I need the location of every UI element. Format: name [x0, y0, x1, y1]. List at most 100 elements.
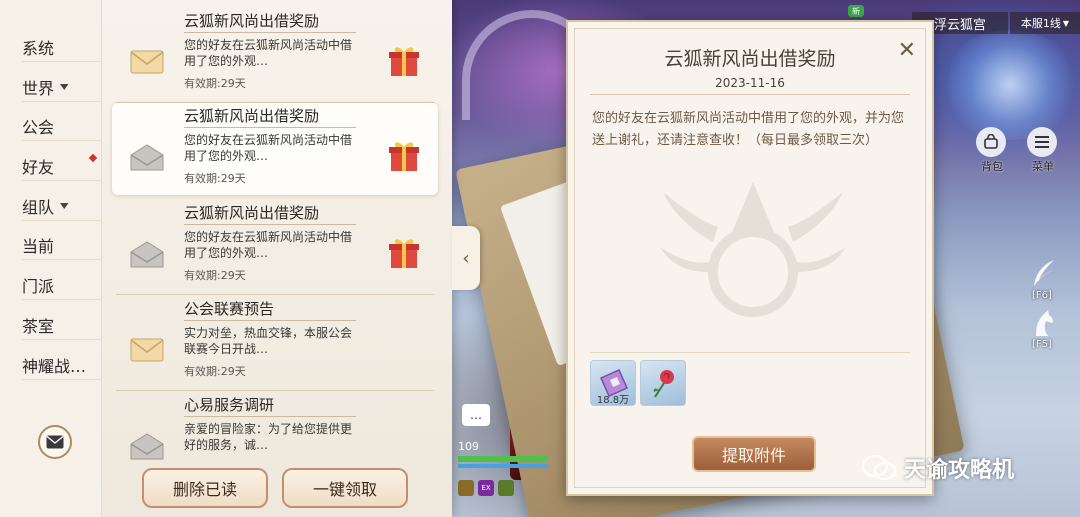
chat-icon: …: [470, 408, 482, 422]
buff-icon-3[interactable]: [498, 480, 514, 496]
new-badge: 新: [848, 5, 864, 17]
buff-icon-ex[interactable]: EX: [478, 480, 494, 496]
player-level: 109: [458, 440, 479, 453]
envelope-closed-icon: [130, 50, 164, 74]
envelope-icon: [46, 435, 64, 449]
attachment-item-ticket[interactable]: 18.8万: [590, 360, 636, 406]
channel-nav: 系统 世界 ▼ 公会 好友 组队 ▼ 当前 门派 茶室 神耀战…: [0, 0, 102, 517]
mail-item[interactable]: 云狐新风尚出借奖励 您的好友在云狐新风尚活动中借用了您的外观… 有效期:29天: [112, 8, 438, 103]
envelope-open-icon: [130, 144, 164, 171]
wing-emblem-icon: [660, 182, 846, 317]
skill-f6-button[interactable]: [1028, 258, 1058, 292]
nav-item-current[interactable]: 当前: [22, 230, 102, 260]
chevron-left-icon: ‹: [462, 247, 470, 269]
letter-title: 云狐新风尚出借奖励: [664, 48, 836, 70]
notification-dot-icon: [88, 153, 98, 163]
title-divider: [184, 416, 356, 417]
envelope-closed-icon: [130, 338, 164, 362]
title-divider: [184, 224, 356, 225]
skill-f5-button[interactable]: [1028, 308, 1058, 342]
skill-f6-key: [F6]: [1032, 290, 1052, 301]
chat-button[interactable]: …: [462, 404, 490, 426]
gift-icon: [389, 47, 419, 76]
nav-item-world[interactable]: 世界 ▼: [22, 72, 102, 102]
mail-separator: [116, 390, 434, 391]
mail-expiry: 有效期:29天: [184, 269, 246, 282]
menu-button[interactable]: [1027, 127, 1057, 157]
menu-icon: [1035, 136, 1049, 148]
bag-label: 背包: [981, 160, 1003, 173]
wing-icon: [1034, 260, 1054, 286]
nav-item-team[interactable]: 组队 ▼: [22, 191, 102, 221]
mail-preview: 您的好友在云狐新风尚活动中借用了您的外观…: [184, 133, 353, 163]
nav-item-label: 好友: [22, 157, 55, 177]
envelope-open-icon: [130, 433, 164, 460]
nav-item-label: 门派: [22, 276, 55, 296]
buff-icon-1[interactable]: [458, 480, 474, 496]
gift-icon: [389, 239, 419, 268]
mail-title: 云狐新风尚出借奖励: [184, 204, 320, 222]
mail-expiry: 有效期:29天: [184, 365, 246, 378]
letter-detail-panel: ✕ 云狐新风尚出借奖励 2023-11-16 您的好友在云狐新风尚活动中借用了您…: [566, 20, 934, 496]
watermark-text: 天谕攻略机: [904, 458, 1015, 483]
claim-all-button[interactable]: 一键领取: [282, 468, 408, 508]
mail-title: 云狐新风尚出借奖励: [184, 12, 320, 30]
letter-body: 您的好友在云狐新风尚活动中借用了您的外观，并为您送上谢礼，还请注意查收！（每日最…: [592, 111, 905, 148]
nav-item-system[interactable]: 系统: [22, 32, 102, 62]
nav-item-friends[interactable]: 好友: [22, 151, 102, 181]
delete-read-button[interactable]: 删除已读: [142, 468, 268, 508]
hp-bar: [458, 456, 548, 462]
watermark: 天谕攻略机: [862, 452, 1014, 484]
menu-label: 菜单: [1032, 160, 1054, 173]
collapse-panel-button[interactable]: ‹: [452, 226, 480, 290]
chevron-down-icon: ▼: [60, 200, 69, 211]
world-orb-decoration: [940, 30, 1080, 140]
letter-date: 2023-11-16: [715, 76, 785, 90]
mail-preview: 您的好友在云狐新风尚活动中借用了您的外观…: [184, 230, 353, 260]
skill-f5-key: [F5]: [1032, 339, 1052, 350]
nav-item-guild[interactable]: 公会: [22, 111, 102, 141]
mail-preview: 亲爱的冒险家：为了给您提供更好的服务，诚…: [184, 422, 353, 452]
mail-title: 云狐新风尚出借奖励: [184, 107, 320, 125]
title-divider: [590, 94, 910, 95]
bag-button[interactable]: [976, 127, 1006, 157]
title-divider: [184, 320, 356, 321]
mail-expiry: 有效期:29天: [184, 77, 246, 90]
nav-item-label: 公会: [22, 117, 55, 137]
mail-title: 公会联赛预告: [184, 300, 275, 318]
mail-separator: [116, 294, 434, 295]
attachments-divider: [590, 352, 910, 353]
mp-bar: [458, 464, 548, 468]
nav-item-label: 系统: [22, 38, 55, 58]
horse-icon: [1036, 310, 1053, 336]
mail-preview: 实力对垒，热血交锋，本服公会联赛今日开战…: [184, 326, 353, 356]
chevron-down-icon: ▼: [60, 81, 69, 92]
rose-icon: [653, 370, 674, 398]
mail-panel: 系统 世界 ▼ 公会 好友 组队 ▼ 当前 门派 茶室 神耀战… 云狐新风尚出借奖励…: [0, 0, 452, 517]
mail-item[interactable]: 云狐新风尚出借奖励 您的好友在云狐新风尚活动中借用了您的外观… 有效期:29天: [112, 200, 438, 295]
mail-preview: 您的好友在云狐新风尚活动中借用了您的外观…: [184, 38, 353, 68]
nav-item-battle[interactable]: 神耀战…: [22, 350, 102, 380]
server-line-label: 本服1线: [1020, 17, 1061, 30]
mail-item[interactable]: 心易服务调研 亲爱的冒险家：为了给您提供更好的服务，诚…: [112, 392, 438, 464]
nav-item-tearoom[interactable]: 茶室: [22, 310, 102, 340]
mail-title: 心易服务调研: [184, 396, 275, 414]
mp-fill: [458, 464, 548, 468]
attachment-item-rose[interactable]: [640, 360, 686, 406]
mail-tab-button[interactable]: [38, 425, 72, 459]
nav-item-label: 茶室: [22, 316, 55, 336]
claim-attachment-button[interactable]: 提取附件: [692, 436, 816, 472]
gift-icon: [389, 142, 419, 171]
chevron-down-icon: ▼: [1062, 18, 1070, 28]
mail-expiry: 有效期:29天: [184, 172, 246, 185]
nav-item-sect[interactable]: 门派: [22, 270, 102, 300]
nav-item-label: 世界: [22, 78, 55, 98]
mail-item-selected[interactable]: 云狐新风尚出借奖励 您的好友在云狐新风尚活动中借用了您的外观… 有效期:29天: [112, 103, 438, 195]
bag-icon: [984, 134, 998, 149]
nav-item-label: 神耀战…: [22, 356, 87, 376]
nav-item-label: 当前: [22, 236, 55, 256]
server-line-selector[interactable]: 本服1线 ▼: [1010, 12, 1080, 34]
mail-item[interactable]: 公会联赛预告 实力对垒，热血交锋，本服公会联赛今日开战… 有效期:29天: [112, 296, 438, 391]
nav-item-label: 组队: [22, 197, 55, 217]
envelope-open-icon: [130, 241, 164, 268]
